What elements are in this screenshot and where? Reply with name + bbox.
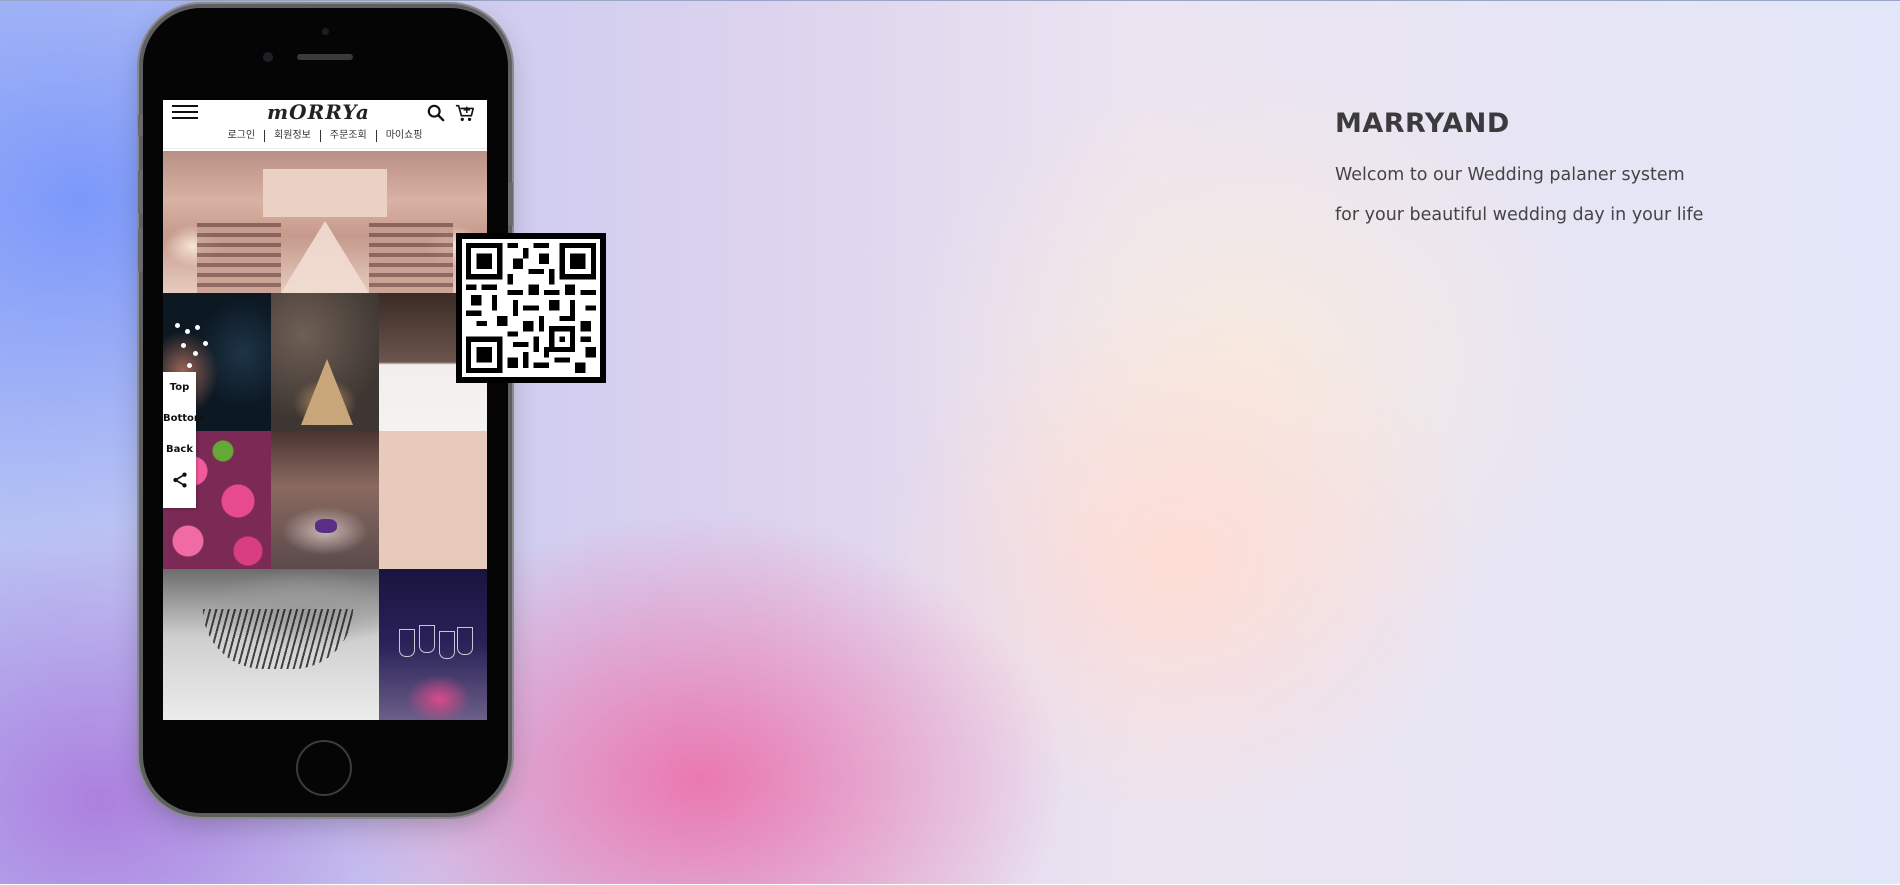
intro-line-1: Welcom to our Wedding palaner system bbox=[1335, 165, 1685, 185]
eyelash-closeup-photo[interactable] bbox=[163, 569, 379, 720]
share-icon[interactable] bbox=[171, 471, 189, 489]
table-setting-photo[interactable] bbox=[271, 431, 379, 569]
nav-my-shopping[interactable]: 마이쇼핑 bbox=[375, 130, 432, 142]
wine-glasses-photo[interactable] bbox=[379, 569, 487, 720]
scroll-bottom-button[interactable]: Bottom bbox=[163, 403, 204, 434]
site-title: MARRYAND bbox=[1335, 108, 1510, 139]
mute-switch bbox=[138, 114, 143, 136]
bride-gown-photo[interactable] bbox=[271, 293, 379, 431]
wedding-hall-photo[interactable] bbox=[163, 151, 487, 293]
home-button[interactable] bbox=[296, 740, 352, 796]
scroll-top-button[interactable]: Top bbox=[163, 372, 196, 403]
sub-navigation: 로그인 회원정보 주문조회 마이쇼핑 bbox=[163, 124, 487, 149]
proximity-sensor bbox=[322, 28, 329, 35]
brand-logo[interactable]: mORRYa bbox=[267, 100, 370, 124]
hamburger-icon[interactable] bbox=[172, 105, 198, 119]
cart-icon[interactable] bbox=[455, 103, 475, 123]
nav-order-lookup[interactable]: 주문조회 bbox=[319, 130, 376, 142]
intro-section: MARRYAND Welcom to our Wedding palaner s… bbox=[1335, 108, 1703, 235]
qr-code-pattern bbox=[466, 243, 596, 373]
nav-login[interactable]: 로그인 bbox=[218, 130, 264, 142]
nav-member-info[interactable]: 회원정보 bbox=[264, 130, 320, 142]
power-button bbox=[508, 182, 513, 226]
earpiece-speaker bbox=[297, 54, 353, 60]
qr-code bbox=[456, 233, 606, 383]
volume-down-button bbox=[138, 228, 143, 272]
floating-quick-menu: Top Bottom Back bbox=[163, 372, 204, 508]
back-button[interactable]: Back bbox=[163, 434, 196, 465]
top-border bbox=[0, 0, 1900, 1]
front-camera bbox=[263, 52, 273, 62]
blush-color-tile[interactable] bbox=[379, 431, 487, 569]
app-header: mORRYa bbox=[163, 100, 487, 124]
search-icon[interactable] bbox=[427, 104, 445, 122]
volume-up-button bbox=[138, 170, 143, 214]
phone-screen: mORRYa 로그인 회원정보 주문조회 마이쇼핑 Top Bottom Bac… bbox=[163, 100, 487, 720]
intro-line-2: for your beautiful wedding day in your l… bbox=[1335, 205, 1704, 225]
